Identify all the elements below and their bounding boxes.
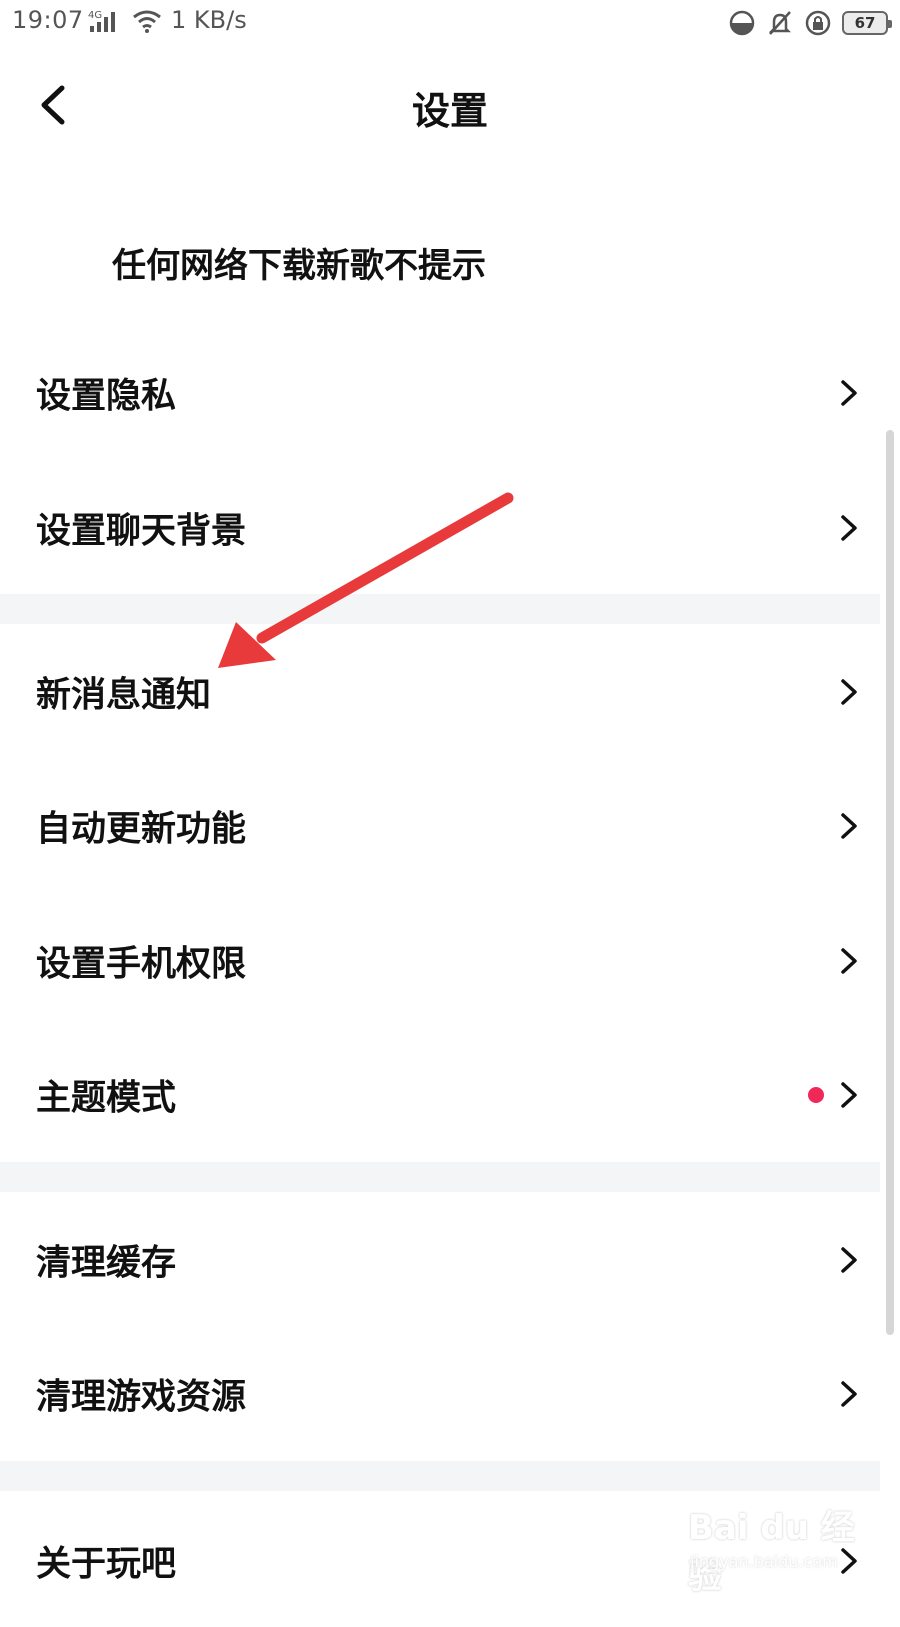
menu-item-phone-permissions[interactable]: 设置手机权限 <box>0 893 880 1029</box>
watermark-url: jingyan.baidu.com <box>690 1552 838 1571</box>
menu-item-label: 自动更新功能 <box>36 809 247 850</box>
menu-item-theme-mode[interactable]: 主题模式 <box>0 1027 880 1163</box>
chevron-right-icon <box>841 380 857 406</box>
status-bar: 19:07 4G 1 KB/s 67 <box>0 0 900 46</box>
menu-item-label: 关于玩吧 <box>36 1544 177 1585</box>
menu-item-auto-update[interactable]: 自动更新功能 <box>0 758 880 894</box>
new-badge-dot <box>808 1087 824 1103</box>
menu-item-label: 清理游戏资源 <box>36 1377 247 1418</box>
menu-item-label: 主题模式 <box>36 1078 177 1119</box>
menu-item-privacy[interactable]: 设置隐私 <box>0 325 880 461</box>
watermark: Bai du 经验 jingyan.baidu.com <box>688 1500 888 1597</box>
rotation-lock-icon <box>805 10 831 36</box>
menu-item-clear-cache[interactable]: 清理缓存 <box>0 1192 880 1328</box>
menu-item-label: 设置手机权限 <box>36 944 247 985</box>
battery-level: 67 <box>854 14 876 32</box>
signal-icon: 4G <box>88 10 115 32</box>
bell-off-icon <box>768 11 792 35</box>
chevron-right-icon <box>841 515 857 541</box>
menu-item-label: 设置聊天背景 <box>36 511 247 552</box>
chevron-right-icon <box>841 948 857 974</box>
network-type: 4G <box>88 10 102 21</box>
page-title: 设置 <box>411 89 488 133</box>
battery-icon: 67 <box>842 11 892 35</box>
menu-item-chat-background[interactable]: 设置聊天背景 <box>0 460 880 596</box>
chevron-right-icon <box>841 1381 857 1407</box>
menu-item-label: 设置隐私 <box>36 376 177 417</box>
wifi-icon <box>133 10 161 33</box>
network-speed: 1 KB/s <box>171 6 247 34</box>
watermark-logo: Bai du 经验 <box>688 1508 855 1597</box>
menu-item-new-message-notification[interactable]: 新消息通知 <box>0 624 880 760</box>
header: 设置 <box>0 60 900 150</box>
chevron-right-icon <box>841 1247 857 1273</box>
status-time: 19:07 <box>12 6 84 34</box>
chevron-right-icon <box>841 679 857 705</box>
menu-item-label: 新消息通知 <box>36 675 212 716</box>
download-notice: 任何网络下载新歌不提示 <box>112 246 486 286</box>
data-saver-icon <box>729 10 755 36</box>
menu-item-clear-game-resources[interactable]: 清理游戏资源 <box>0 1326 880 1462</box>
status-icons: 67 <box>728 8 892 38</box>
section-divider <box>0 1461 880 1491</box>
section-divider <box>0 594 880 624</box>
menu-item-label: 清理缓存 <box>36 1243 177 1284</box>
chevron-right-icon <box>841 1082 857 1108</box>
chevron-right-icon <box>841 813 857 839</box>
scrollbar[interactable] <box>886 430 894 1335</box>
section-divider <box>0 1162 880 1192</box>
